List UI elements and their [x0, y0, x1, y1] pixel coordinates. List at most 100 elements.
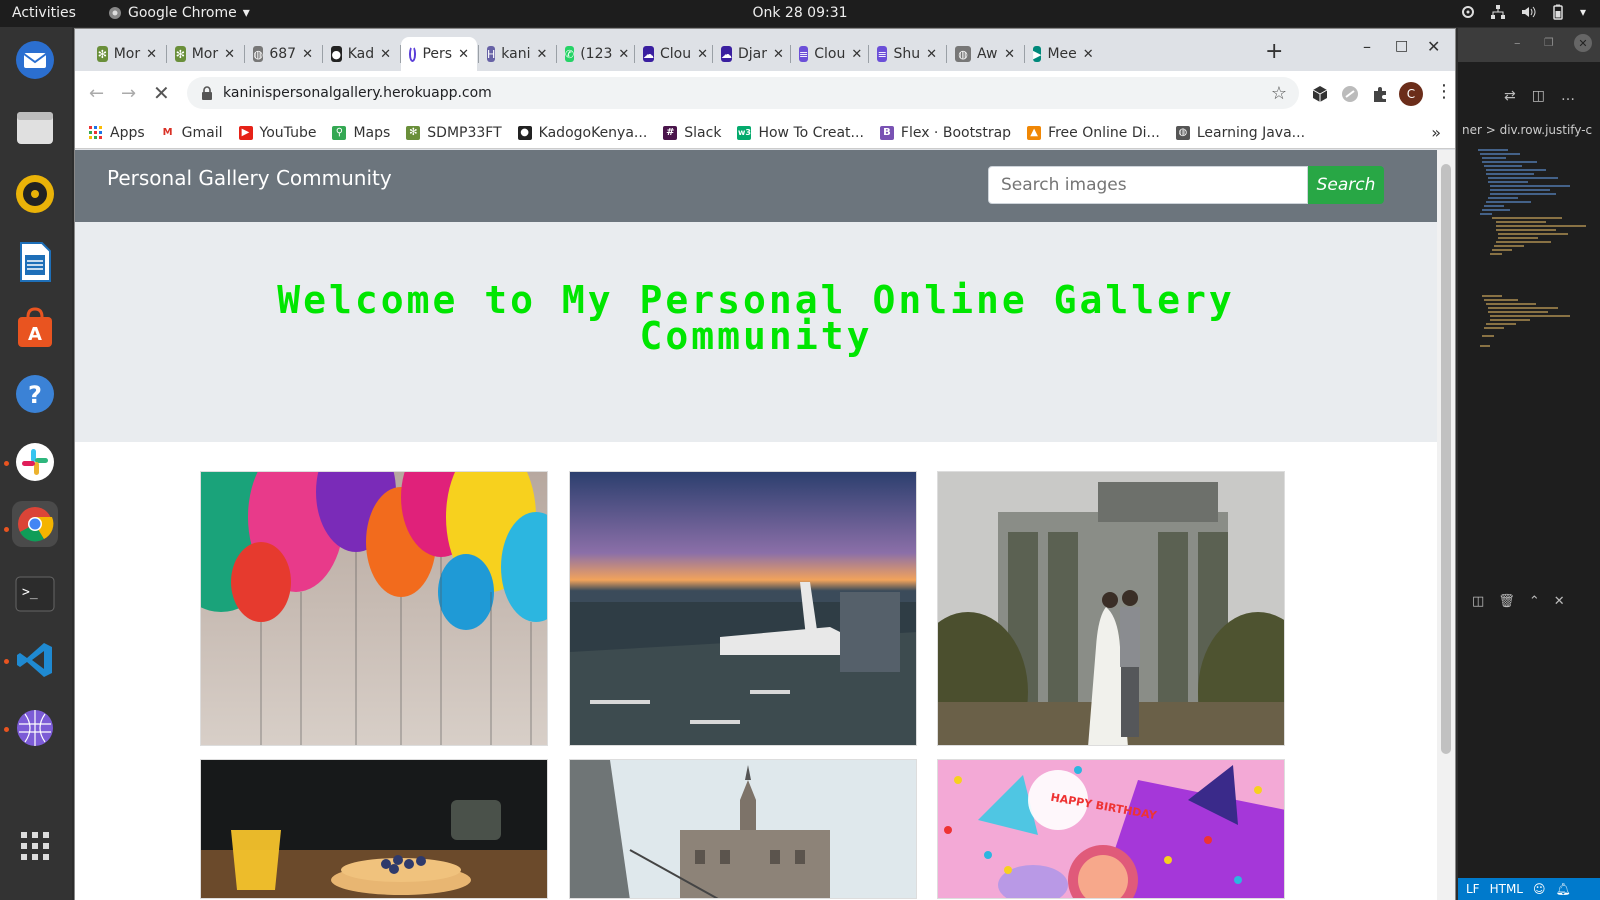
close-tab-icon[interactable]: ✕ — [926, 47, 937, 62]
maximize-button[interactable]: □ — [1395, 38, 1408, 54]
app-grid-icon[interactable] — [12, 823, 58, 869]
close-tab-icon[interactable]: ✕ — [380, 47, 391, 62]
minimize-button[interactable]: – — [1363, 37, 1371, 56]
site-brand[interactable]: Personal Gallery Community — [107, 166, 392, 190]
bookmarks-overflow-button[interactable]: » — [1431, 123, 1441, 142]
bookmark-item[interactable]: ✻ SDMP33FT — [406, 125, 502, 141]
terminal-icon[interactable]: >_ — [12, 571, 58, 617]
vscode-icon[interactable] — [12, 637, 58, 683]
status-eol[interactable]: LF — [1466, 882, 1480, 896]
browser-tab[interactable]: ☁ Djar ✕ — [713, 37, 789, 71]
gallery-image-balloons[interactable] — [200, 471, 548, 746]
bookmark-item[interactable]: w3 How To Creat... — [737, 125, 864, 141]
settings-tray-icon[interactable] — [1460, 4, 1476, 20]
volume-icon[interactable] — [1520, 4, 1536, 20]
profile-avatar[interactable]: C — [1399, 82, 1423, 106]
writer-icon[interactable] — [12, 239, 58, 285]
browser-tab[interactable]: ◍ 687 ✕ — [245, 37, 321, 71]
browser-tab[interactable]: Hkani ✕ — [479, 37, 555, 71]
activities-button[interactable]: Activities — [12, 5, 76, 21]
back-arrow-icon[interactable]: ← — [89, 83, 104, 104]
browser-tab[interactable]: ● Kad ✕ — [323, 37, 399, 71]
close-tab-icon[interactable]: ✕ — [773, 47, 784, 62]
search-input[interactable] — [988, 166, 1308, 204]
close-tab-icon[interactable]: ✕ — [1083, 47, 1094, 62]
page-scrollbar[interactable] — [1437, 150, 1455, 900]
system-tray[interactable]: ▾ — [1460, 4, 1586, 20]
star-icon[interactable]: ☆ — [1271, 83, 1287, 104]
rhythmbox-icon[interactable] — [12, 171, 58, 217]
code-minimap[interactable] — [1472, 146, 1600, 376]
stop-loading-icon[interactable]: ✕ — [153, 81, 170, 105]
close-tab-icon[interactable]: ✕ — [458, 47, 469, 62]
gallery-image-birthday[interactable]: HAPPY BIRTHDAY — [937, 759, 1285, 899]
thunderbird-icon[interactable] — [12, 37, 58, 83]
files-icon[interactable] — [12, 105, 58, 151]
git-compare-icon[interactable]: ⇄ — [1504, 88, 1516, 118]
extension-cube-icon[interactable] — [1311, 85, 1329, 103]
address-bar[interactable]: kaninispersonalgallery.herokuapp.com ☆ — [187, 77, 1299, 109]
gallery-image-wedding[interactable] — [937, 471, 1285, 746]
split-editor-icon[interactable]: ◫ — [1532, 88, 1545, 118]
split-panel-icon[interactable]: ◫ — [1472, 594, 1484, 609]
battery-icon[interactable] — [1550, 4, 1566, 20]
slack-icon[interactable] — [12, 439, 58, 485]
network-icon[interactable] — [1490, 4, 1506, 20]
browser-tab[interactable]: ▶ Mee ✕ — [1025, 37, 1101, 71]
close-tab-icon[interactable]: ✕ — [146, 47, 157, 62]
network-icon[interactable] — [12, 705, 58, 751]
new-tab-button[interactable]: + — [1265, 39, 1283, 64]
bookmark-item[interactable]: B Flex · Bootstrap — [879, 125, 1011, 141]
bell-icon[interactable]: 🔔︎ — [1556, 882, 1571, 896]
chrome-icon[interactable] — [12, 501, 58, 547]
close-tab-icon[interactable]: ✕ — [618, 47, 629, 62]
software-icon[interactable]: A — [12, 305, 58, 351]
gallery-image-pancakes[interactable] — [200, 759, 548, 899]
close-tab-icon[interactable]: ✕ — [697, 47, 708, 62]
browser-tab[interactable]: ✻ Mor ✕ — [89, 37, 165, 71]
editor-breadcrumb[interactable]: ner > div.row.justify-c — [1458, 123, 1600, 145]
help-icon[interactable]: ? — [12, 371, 58, 417]
browser-tab[interactable]: ≡ Clou ✕ — [791, 37, 867, 71]
scrollbar-thumb[interactable] — [1441, 164, 1451, 754]
feedback-icon[interactable]: ☺ — [1533, 882, 1546, 896]
close-panel-icon[interactable]: ✕ — [1554, 594, 1565, 609]
bookmark-item[interactable]: ● KadogoKenya... — [517, 125, 647, 141]
gallery-image-airplane[interactable] — [569, 471, 917, 746]
maximize-button[interactable]: ❐ — [1544, 36, 1554, 49]
bookmark-item[interactable]: # Slack — [663, 125, 721, 141]
more-actions-icon[interactable]: … — [1561, 88, 1575, 118]
close-tab-icon[interactable]: ✕ — [536, 47, 547, 62]
close-window-button[interactable]: ✕ — [1427, 37, 1440, 56]
bookmark-item[interactable]: Apps — [89, 125, 145, 141]
browser-tab[interactable]: ✻ Mor ✕ — [167, 37, 243, 71]
close-tab-icon[interactable]: ✕ — [1004, 47, 1015, 62]
extension-ghost-icon[interactable] — [1341, 85, 1359, 103]
bookmark-item[interactable]: ▶ YouTube — [238, 125, 316, 141]
minimize-button[interactable]: – — [1514, 36, 1521, 51]
clock[interactable]: Onk 28 09:31 — [752, 5, 847, 21]
trash-icon[interactable]: 🗑 — [1498, 594, 1515, 609]
browser-tab[interactable]: ◍ Aw ✕ — [947, 37, 1023, 71]
forward-arrow-icon[interactable]: → — [121, 83, 136, 104]
gallery-image-castle[interactable] — [569, 759, 917, 899]
bookmark-item[interactable]: ▲ Free Online Di... — [1027, 125, 1160, 141]
close-tab-icon[interactable]: ✕ — [302, 47, 313, 62]
browser-tab[interactable]: ☁ Clou ✕ — [635, 37, 711, 71]
browser-tab[interactable]: ≡ Shu ✕ — [869, 37, 945, 71]
chevron-up-icon[interactable]: ⌃ — [1529, 594, 1540, 609]
status-language[interactable]: HTML — [1490, 882, 1523, 896]
bookmark-item[interactable]: ◍ Learning Java... — [1175, 125, 1305, 141]
close-tab-icon[interactable]: ✕ — [224, 47, 235, 62]
app-menu[interactable]: Google Chrome ▾ — [108, 5, 250, 21]
close-window-button[interactable]: ✕ — [1574, 34, 1592, 52]
browser-tab[interactable]: Pers ✕ — [401, 37, 477, 71]
search-button[interactable]: Search — [1308, 166, 1384, 204]
browser-tab[interactable]: ✆ (123 ✕ — [557, 37, 633, 71]
close-tab-icon[interactable]: ✕ — [851, 47, 862, 62]
kebab-menu-icon[interactable]: ⋮ — [1435, 81, 1453, 102]
bookmark-item[interactable]: M Gmail — [161, 125, 223, 141]
heroku-icon: H — [487, 46, 496, 62]
bookmark-item[interactable]: ⚲ Maps — [332, 125, 390, 141]
puzzle-icon[interactable] — [1371, 85, 1389, 103]
